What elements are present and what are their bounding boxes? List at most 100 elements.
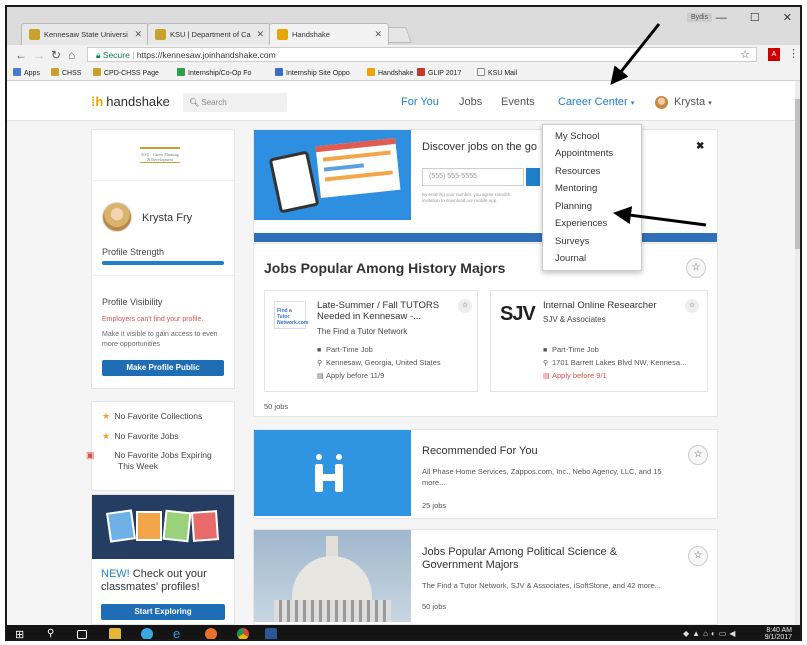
nav-for-you[interactable]: For You — [401, 96, 439, 108]
phone-number-input[interactable]: (555) 555-5555 — [422, 168, 524, 186]
pdf-extension-icon[interactable]: A — [768, 48, 780, 61]
file-explorer-icon[interactable] — [109, 628, 121, 639]
chrome-icon[interactable] — [237, 628, 249, 639]
job-card[interactable]: Find a Tutor Network.com Late-Summer / F… — [264, 290, 478, 392]
job-count[interactable]: 50 jobs — [264, 402, 288, 411]
job-count: 25 jobs — [422, 501, 447, 510]
bookmark-star-icon[interactable]: ☆ — [740, 48, 750, 61]
back-icon[interactable]: ← — [15, 48, 27, 62]
fine-print-left: By entering your number, you agree Hands… — [422, 192, 511, 197]
address-bar[interactable]: 🔒︎ Secure | https://kennesaw.joinhandsha… — [87, 47, 757, 62]
favorite-expiring-row[interactable]: ▣ No Favorite Jobs Expiring This Week — [86, 450, 228, 472]
profile-photo[interactable] — [102, 202, 132, 232]
nav-events[interactable]: Events — [501, 96, 535, 108]
bookmark-apps[interactable]: Apps — [13, 68, 40, 77]
search-input[interactable]: 🔍︎ Search — [183, 93, 287, 112]
handshake-logo[interactable]: ⁞h handshake — [91, 94, 170, 109]
recommended-subtitle: All Phase Home Services, Zappos.com, Inc… — [422, 467, 662, 487]
job-company[interactable]: The Find a Tutor Network — [317, 327, 407, 336]
favorite-star-icon[interactable]: ☆ — [685, 299, 699, 313]
job-title[interactable]: Internal Online Researcher — [543, 300, 683, 311]
search-icon[interactable]: ⚲ — [47, 628, 59, 639]
bookmark-label: Apps — [24, 70, 40, 77]
favorite-star-icon[interactable]: ☆ — [688, 445, 708, 465]
minimize-icon[interactable]: — — [716, 12, 727, 24]
maximize-icon[interactable]: ☐ — [750, 11, 760, 24]
job-type-text: Part-Time Job — [326, 345, 373, 354]
ksu-favicon-icon — [155, 29, 166, 40]
bookmark-internship-site[interactable]: Internship Site Oppo — [275, 68, 350, 77]
word-icon[interactable] — [265, 628, 277, 639]
star-icon: ★ — [102, 411, 111, 421]
browser-tab-ksu-dept[interactable]: KSU | Department of Ca ✕ — [147, 23, 271, 45]
close-icon[interactable]: ✕ — [256, 29, 264, 40]
scrollbar-thumb[interactable] — [795, 99, 800, 249]
menu-item-my-school[interactable]: My School — [555, 131, 599, 142]
history-majors-card: Jobs Popular Among History Majors ☆ Find… — [253, 243, 718, 417]
clock[interactable]: 8:40 AM 9/1/2017 — [765, 627, 792, 639]
browser-tab-handshake[interactable]: Handshake ✕ — [269, 23, 389, 45]
menu-item-resources[interactable]: Resources — [555, 166, 600, 177]
close-icon[interactable]: ✕ — [374, 29, 382, 40]
browser-tab-ksu[interactable]: Kennesaw State Universi ✕ — [21, 23, 149, 45]
favorite-star-icon[interactable]: ☆ — [688, 546, 708, 566]
job-title[interactable]: Late-Summer / Fall TUTORS Needed in Kenn… — [317, 300, 457, 322]
career-center-dropdown: My School Appointments Resources Mentori… — [542, 124, 642, 271]
profile-name[interactable]: Krysta Fry — [142, 212, 192, 224]
job-location: ⚲ 1701 Barrett Lakes Blvd NW, Kennesa... — [543, 358, 686, 367]
task-view-icon[interactable] — [77, 630, 87, 639]
bookmark-chss[interactable]: CHSS — [51, 68, 81, 77]
profile-visibility-title: Profile Visibility — [102, 297, 163, 307]
clock-time: 8:40 AM — [766, 627, 792, 634]
nav-user-menu[interactable]: Krysta ▾ — [674, 96, 712, 108]
favorite-star-icon[interactable]: ☆ — [686, 258, 706, 278]
menu-kebab-icon[interactable]: ⋮ — [788, 47, 799, 60]
handshake-logo-icon — [314, 454, 350, 494]
user-avatar[interactable] — [655, 96, 668, 109]
start-exploring-button[interactable]: Start Exploring — [101, 604, 225, 620]
job-deadline-text: Apply before 9/1 — [552, 371, 607, 380]
favorites-card: ★ No Favorite Collections ★ No Favorite … — [86, 401, 235, 491]
make-profile-public-button[interactable]: Make Profile Public — [102, 360, 224, 376]
bookmark-internship-coop[interactable]: Internship/Co-Op Fo — [177, 68, 251, 77]
edge-icon[interactable]: e — [173, 626, 185, 639]
job-card[interactable]: SJV Internal Online Researcher SJV & Ass… — [490, 290, 708, 392]
favorite-collections-row[interactable]: ★ No Favorite Collections — [102, 411, 202, 422]
bookmark-ksu-mail[interactable]: KSU Mail — [477, 68, 517, 77]
bookmark-cpd[interactable]: CPD-CHSS Page — [93, 68, 159, 77]
close-window-icon[interactable]: ✕ — [783, 11, 792, 24]
menu-item-appointments[interactable]: Appointments — [555, 148, 613, 159]
menu-item-surveys[interactable]: Surveys — [555, 236, 589, 247]
favorite-star-icon[interactable]: ☆ — [458, 299, 472, 313]
recommended-card[interactable]: Recommended For You All Phase Home Servi… — [253, 429, 718, 519]
favorite-jobs-row[interactable]: ★ No Favorite Jobs — [102, 431, 179, 442]
bookmark-label: Internship Site Oppo — [286, 70, 350, 77]
home-icon[interactable]: ⌂ — [68, 48, 75, 62]
polisci-majors-card[interactable]: Jobs Popular Among Political Science & G… — [253, 529, 718, 625]
forward-icon[interactable]: → — [33, 48, 45, 62]
bookmark-handshake[interactable]: Handshake — [367, 68, 413, 77]
windows-start-icon[interactable]: ⊞ — [15, 628, 27, 639]
skype-icon[interactable] — [141, 628, 153, 639]
menu-item-experiences[interactable]: Experiences — [555, 218, 607, 229]
nav-jobs[interactable]: Jobs — [459, 96, 482, 108]
profile-strength-bar — [102, 261, 224, 265]
menu-item-mentoring[interactable]: Mentoring — [555, 183, 597, 194]
page-scrollbar[interactable] — [795, 81, 800, 625]
menu-item-journal[interactable]: Journal — [555, 253, 586, 264]
job-company[interactable]: SJV & Associates — [543, 315, 606, 324]
nav-career-center[interactable]: Career Center ▾ — [558, 96, 634, 108]
close-icon[interactable]: ✕ — [134, 29, 142, 40]
firefox-icon[interactable] — [205, 628, 217, 639]
close-icon[interactable]: ✖ — [696, 141, 704, 152]
search-icon: 🔍︎ — [189, 98, 200, 107]
favorite-label: No Favorite Jobs Expiring This Week — [114, 450, 212, 471]
menu-item-planning[interactable]: Planning — [555, 201, 592, 212]
reload-icon[interactable]: ↻ — [51, 48, 61, 62]
polisci-title[interactable]: Jobs Popular Among Political Science & G… — [422, 546, 642, 572]
bookmark-glip[interactable]: GLIP 2017 — [417, 68, 461, 77]
caret-down-icon: ▾ — [708, 100, 712, 107]
send-link-button[interactable] — [526, 168, 540, 186]
system-tray-icons[interactable]: ◆▲⌂◐▭◀ — [683, 629, 738, 638]
recommended-title[interactable]: Recommended For You — [422, 445, 642, 458]
